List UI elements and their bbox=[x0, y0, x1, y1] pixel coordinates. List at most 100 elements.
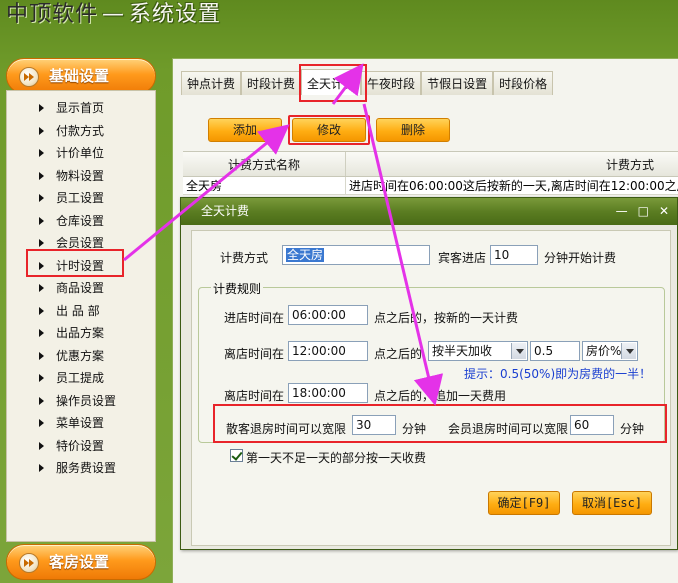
nav-header-room-settings[interactable]: 客房设置 bbox=[6, 544, 156, 580]
window-controls: — □ ✕ bbox=[616, 204, 669, 218]
minimize-icon[interactable]: — bbox=[616, 204, 628, 218]
sidebar-item-output-plan[interactable]: 出品方案 bbox=[7, 322, 155, 345]
chevron-down-icon bbox=[621, 343, 636, 359]
checkout-mode-select[interactable]: 按半天加收 bbox=[428, 341, 528, 361]
checkin-time-suffix: 点之后的，按新的一天计费 bbox=[374, 311, 519, 325]
full-day-billing-dialog: 全天计费 — □ ✕ 计费方式 全天房 宾客进店 10 分钟开始计费 计费规则 … bbox=[180, 197, 678, 550]
checkout-time-field[interactable]: 12:00:00 bbox=[288, 341, 368, 361]
nav-header-label: 客房设置 bbox=[49, 553, 110, 571]
sidebar-item-label: 计价单位 bbox=[56, 146, 105, 160]
tab-midnight[interactable]: 午夜时段 bbox=[361, 71, 422, 95]
highlight-box-timing-item bbox=[26, 249, 124, 277]
cancel-button[interactable]: 取消[Esc] bbox=[572, 491, 652, 515]
sidebar-item-label: 特价设置 bbox=[56, 438, 105, 453]
ok-button[interactable]: 确定[F9] bbox=[488, 491, 560, 515]
bullet-triangle-icon bbox=[39, 126, 44, 135]
column-header-name[interactable]: 计费方式名称 bbox=[183, 152, 346, 176]
sidebar-item-special-price[interactable]: 特价设置 bbox=[7, 435, 155, 458]
tab-period-price[interactable]: 时段价格 bbox=[493, 71, 554, 95]
sidebar-item-discount[interactable]: 优惠方案 bbox=[7, 345, 155, 368]
bullet-triangle-icon bbox=[39, 284, 44, 292]
sidebar-item-commission[interactable]: 员工提成 bbox=[7, 367, 155, 390]
sidebar-item-payment[interactable]: 付款方式 bbox=[7, 120, 155, 143]
billing-table: 计费方式名称 计费方式 全天房 进店时间在06:00:00这后按新的一天,离店时… bbox=[183, 151, 678, 195]
sidebar-item-label: 会员设置 bbox=[56, 236, 105, 250]
method-value: 全天房 bbox=[286, 248, 325, 262]
checkout-unit-select[interactable]: 房价% bbox=[582, 341, 638, 361]
highlight-box-grace-settings bbox=[213, 404, 667, 443]
bullet-triangle-icon bbox=[39, 351, 44, 360]
section-title: 系统设置 bbox=[129, 2, 222, 27]
nav-list: 显示首页 付款方式 计价单位 物料设置 员工设置 仓库设置 会员设置 计时设置 … bbox=[7, 91, 155, 480]
checkout-unit-value: 房价% bbox=[586, 344, 622, 358]
table-row[interactable]: 全天房 进店时间在06:00:00这后按新的一天,离店时间在12:00:00之后 bbox=[183, 177, 678, 195]
partial-day-label: 第一天不足一天的部分按一天收费 bbox=[246, 451, 427, 465]
sidebar-item-label: 商品设置 bbox=[56, 281, 105, 295]
late-time-field[interactable]: 18:00:00 bbox=[288, 383, 368, 403]
tab-hourly[interactable]: 钟点计费 bbox=[181, 71, 242, 95]
late-time-suffix: 点之后的，追加一天费用 bbox=[374, 389, 507, 403]
highlight-box-edit-button bbox=[288, 115, 370, 145]
title-separator: — bbox=[102, 2, 126, 27]
add-button[interactable]: 添加 bbox=[208, 118, 282, 142]
bullet-triangle-icon bbox=[39, 329, 44, 337]
partial-day-checkbox[interactable] bbox=[230, 449, 243, 462]
method-field[interactable]: 全天房 bbox=[282, 245, 430, 265]
nav-panel: 显示首页 付款方式 计价单位 物料设置 员工设置 仓库设置 会员设置 计时设置 … bbox=[6, 90, 156, 542]
sidebar-item-service-fee[interactable]: 服务费设置 bbox=[7, 457, 155, 480]
delete-button[interactable]: 删除 bbox=[376, 118, 450, 142]
sidebar-item-label: 优惠方案 bbox=[56, 348, 105, 363]
tab-period[interactable]: 时段计费 bbox=[241, 71, 302, 95]
sidebar-item-warehouse[interactable]: 仓库设置 bbox=[7, 210, 155, 233]
sidebar-item-label: 员工提成 bbox=[56, 371, 105, 385]
sidebar-item-menu[interactable]: 菜单设置 bbox=[7, 412, 155, 435]
sidebar-item-label: 物料设置 bbox=[56, 168, 105, 183]
tab-holiday[interactable]: 节假日设置 bbox=[421, 71, 494, 95]
sidebar-item-label: 仓库设置 bbox=[56, 213, 105, 228]
hint-text: 提示：0.5(50%)即为房费的一半！ bbox=[464, 367, 652, 381]
sidebar-item-staff[interactable]: 员工设置 bbox=[7, 187, 155, 210]
checkout-time-suffix: 点之后的 bbox=[374, 347, 423, 361]
sidebar-item-label: 员工设置 bbox=[56, 191, 105, 205]
guest-checkin-field[interactable]: 10 bbox=[490, 245, 538, 265]
close-icon[interactable]: ✕ bbox=[659, 204, 669, 218]
bullet-triangle-icon bbox=[39, 419, 44, 427]
dialog-title: 全天计费 bbox=[181, 198, 677, 225]
bullet-triangle-icon bbox=[39, 149, 44, 157]
nav-header-label: 基础设置 bbox=[49, 67, 110, 85]
bullet-triangle-icon bbox=[39, 374, 44, 382]
app-title: 中顶软件 — 系统设置 bbox=[6, 0, 221, 32]
checkout-ratio-field[interactable]: 0.5 bbox=[530, 341, 580, 361]
table-header: 计费方式名称 计费方式 bbox=[183, 151, 678, 177]
sidebar-item-goods[interactable]: 商品设置 bbox=[7, 277, 155, 300]
bullet-triangle-icon bbox=[39, 396, 44, 405]
app-brand: 中顶软件 bbox=[6, 2, 99, 27]
checkin-time-field[interactable]: 06:00:00 bbox=[288, 305, 368, 325]
maximize-icon[interactable]: □ bbox=[638, 204, 649, 218]
sidebar-item-home[interactable]: 显示首页 bbox=[7, 97, 155, 120]
late-time-label: 离店时间在 bbox=[224, 389, 285, 403]
fast-forward-icon bbox=[19, 553, 39, 573]
sidebar-item-label: 出 品 部 bbox=[56, 303, 100, 318]
checkout-mode-value: 按半天加收 bbox=[432, 344, 493, 358]
tab-bar: 钟点计费 时段计费 全天计费 午夜时段 节假日设置 时段价格 bbox=[181, 69, 554, 97]
billing-rules-legend: 计费规则 bbox=[211, 280, 264, 297]
sidebar-item-output-dept[interactable]: 出 品 部 bbox=[7, 300, 155, 323]
sidebar-item-operator[interactable]: 操作员设置 bbox=[7, 390, 155, 413]
sidebar-item-unit[interactable]: 计价单位 bbox=[7, 142, 155, 165]
chevron-down-icon bbox=[511, 343, 526, 359]
highlight-box-full-day-tab bbox=[299, 64, 367, 102]
table-cell: 全天房 bbox=[183, 177, 346, 194]
table-cell: 进店时间在06:00:00这后按新的一天,离店时间在12:00:00之后 bbox=[346, 177, 678, 194]
bullet-triangle-icon bbox=[39, 441, 44, 450]
sidebar-item-label: 菜单设置 bbox=[56, 416, 105, 430]
sidebar-item-label: 出品方案 bbox=[56, 326, 105, 340]
sidebar-item-material[interactable]: 物料设置 bbox=[7, 165, 155, 188]
nav-header-basic-settings[interactable]: 基础设置 bbox=[6, 58, 156, 94]
sidebar-item-label: 操作员设置 bbox=[56, 393, 117, 408]
bullet-triangle-icon bbox=[39, 464, 44, 472]
column-header-method[interactable]: 计费方式 bbox=[346, 152, 678, 176]
checkin-time-label: 进店时间在 bbox=[224, 311, 285, 325]
bullet-triangle-icon bbox=[39, 171, 44, 180]
sidebar-item-label: 付款方式 bbox=[56, 123, 105, 138]
